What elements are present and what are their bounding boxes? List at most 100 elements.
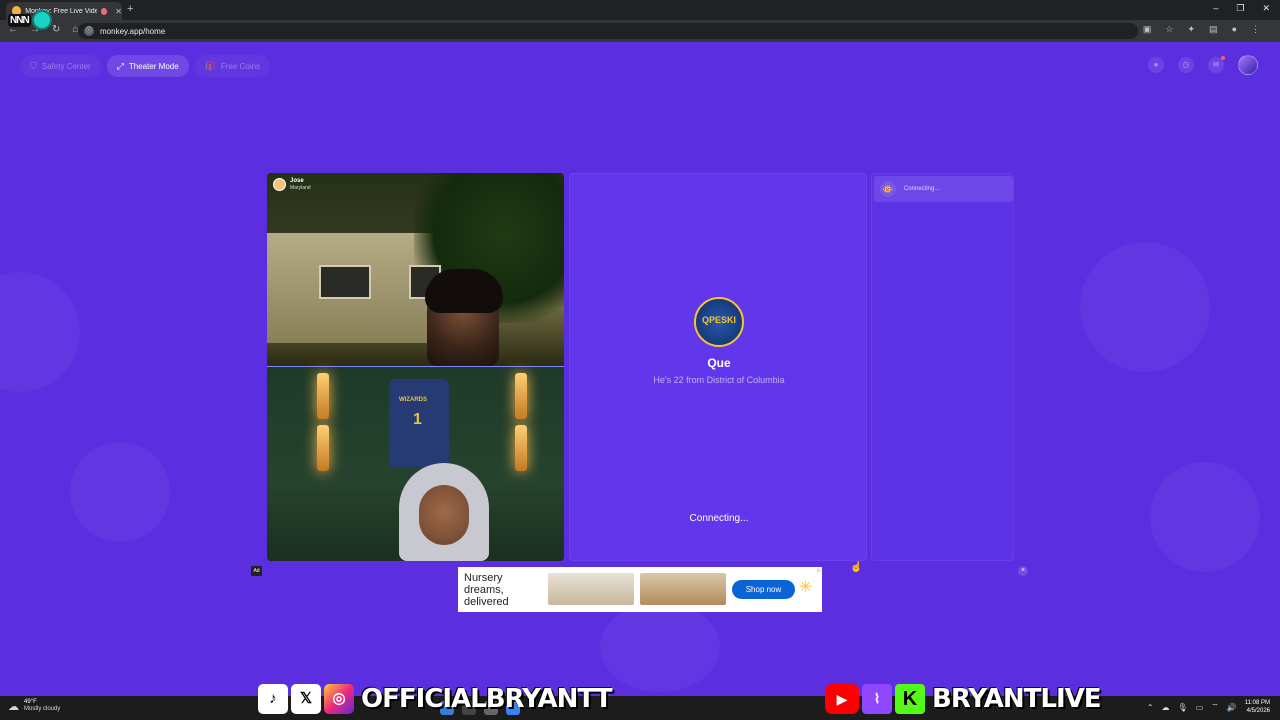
chevron-up-icon[interactable]: ⌃	[1147, 703, 1154, 712]
shop-now-button[interactable]: Shop now	[732, 580, 795, 599]
clock-date: 4/5/2026	[1246, 708, 1270, 714]
top-right-actions: ● ◷ ✉	[1148, 55, 1258, 75]
clock[interactable]: 11:08 PM 4/5/2026	[1245, 699, 1270, 715]
monkey-icon: 🐵	[880, 181, 896, 197]
remote-user-name: Jose	[290, 178, 304, 184]
close-tab-icon[interactable]: ✕	[115, 7, 122, 16]
address-bar: ← → ↻ ⌂ ⓘ monkey.app/home ▣ ☆ ✦ ▤ ● ⋮	[0, 20, 1280, 42]
match-avatar: QPESKI	[694, 297, 744, 347]
left-social-handle: OFFICIALBRYANTT	[361, 684, 612, 714]
connecting-status: Connecting...	[689, 513, 749, 524]
youtube-icon: ▶	[825, 684, 859, 714]
wall-lamp	[515, 425, 527, 471]
browser-tab-bar: Monkey: Free Live Video Ch ✕ + – ❐ ✕	[0, 0, 1280, 20]
theater-mode-button[interactable]: ⤢ Theater Mode	[106, 55, 189, 77]
remote-user-location: Maryland	[290, 185, 311, 191]
coins-icon[interactable]: ●	[1148, 57, 1164, 73]
streamer-logo-overlay: NNN	[8, 10, 54, 34]
twitch-icon: ⌇	[862, 684, 892, 714]
clock-time: 11:08 PM	[1244, 700, 1270, 706]
background-blob	[70, 442, 170, 542]
video-panel: Jose Maryland WIZARDS 1	[267, 173, 564, 561]
cloud-icon: ☁	[8, 700, 19, 713]
remote-video: Jose Maryland	[267, 173, 564, 366]
self-person-face	[419, 485, 469, 545]
framed-jersey: WIZARDS 1	[389, 379, 449, 467]
volume-icon[interactable]: 🔊	[1227, 703, 1237, 712]
top-navigation: ⛉ Safety Center ⤢ Theater Mode 🎁 Free Co…	[20, 55, 271, 77]
wall-lamp	[515, 373, 527, 419]
instagram-icon: ◎	[324, 684, 354, 714]
right-social-handle: BRYANTLIVE	[932, 684, 1101, 714]
chat-stage: Jose Maryland WIZARDS 1 QPESKI Que He's …	[264, 170, 1018, 564]
url-text: monkey.app/home	[100, 26, 166, 36]
wall-lamp	[317, 425, 329, 471]
match-description: He's 22 from District of Columbia	[653, 375, 785, 385]
microphone-icon	[32, 10, 52, 30]
gift-icon: 🎁	[204, 60, 216, 71]
install-app-icon[interactable]: ▣	[1143, 24, 1152, 35]
recording-icon	[100, 7, 108, 15]
close-window-button[interactable]: ✕	[1262, 3, 1270, 14]
remote-person-hair	[425, 269, 503, 313]
jersey-team: WIZARDS	[399, 397, 427, 403]
chat-panel: 🐵 Connecting...	[871, 173, 1014, 561]
new-tab-button[interactable]: +	[127, 3, 133, 15]
history-icon[interactable]: ◷	[1178, 57, 1194, 73]
profile-icon[interactable]: ●	[1232, 24, 1237, 35]
x-icon: 𝕏	[291, 684, 321, 714]
extensions-icon[interactable]: ✦	[1188, 24, 1196, 35]
chat-header: 🐵 Connecting...	[874, 176, 1013, 202]
weather-widget[interactable]: ☁ 49°F Mostly cloudy	[8, 699, 60, 713]
bookmark-star-icon[interactable]: ☆	[1165, 24, 1173, 35]
site-info-icon[interactable]: ⓘ	[84, 26, 94, 36]
background-blob	[600, 602, 720, 692]
onedrive-icon[interactable]: ☁	[1162, 703, 1170, 712]
wall-lamp	[317, 373, 329, 419]
adchoices-icon[interactable]: ▷	[817, 568, 821, 574]
match-avatar-logo: QPESKI	[701, 315, 736, 325]
sidebar-icon[interactable]: ▤	[1209, 24, 1218, 35]
match-name: Que	[707, 356, 731, 370]
safety-center-label: Safety Center	[41, 61, 91, 71]
banner-ad[interactable]: Nursery dreams, delivered Shop now ✳ ▷	[458, 567, 822, 612]
ad-headline: Nursery dreams, delivered	[464, 571, 509, 608]
url-field[interactable]: ⓘ monkey.app/home	[78, 23, 1138, 39]
self-video: WIZARDS 1	[267, 367, 564, 561]
remote-user-tag: Jose Maryland	[273, 178, 311, 191]
maximize-button[interactable]: ❐	[1236, 3, 1244, 14]
messages-icon[interactable]: ✉	[1208, 56, 1225, 73]
wifi-icon[interactable]: ⌔	[1211, 702, 1219, 712]
ad-close-button[interactable]: ×	[1018, 566, 1028, 576]
monkey-app-page: ⛉ Safety Center ⤢ Theater Mode 🎁 Free Co…	[0, 42, 1280, 696]
theater-mode-label: Theater Mode	[128, 61, 179, 71]
tiktok-icon: ♪	[258, 684, 288, 714]
overlay-logo-text: NNN	[8, 14, 31, 27]
system-tray: ⌃ ☁ 🎙 ▭ ⌔ 🔊 11:08 PM 4/5/2026	[1147, 699, 1270, 715]
match-panel: QPESKI Que He's 22 from District of Colu…	[569, 173, 867, 561]
safety-center-button[interactable]: ⛉ Safety Center	[20, 55, 101, 77]
window-controls: – ❐ ✕	[1213, 3, 1270, 14]
jersey-number: 1	[413, 411, 422, 428]
background-blob	[0, 272, 80, 392]
background-blob	[1150, 462, 1260, 572]
temperature: 49°F	[24, 699, 37, 705]
house-window	[319, 265, 371, 299]
ad-image-elephant	[548, 573, 634, 605]
display-icon[interactable]: ▭	[1196, 703, 1204, 712]
my-avatar[interactable]	[1238, 55, 1258, 75]
remote-user-avatar	[273, 178, 286, 191]
mouse-cursor-icon: ☝	[850, 562, 863, 573]
weather-text: Mostly cloudy	[24, 706, 61, 712]
social-overlay-right: ▶ ⌇ K BRYANTLIVE	[825, 684, 1101, 714]
walmart-spark-icon: ✳	[799, 579, 813, 596]
free-coins-label: Free Coins	[220, 61, 261, 71]
chat-status: Connecting...	[904, 186, 940, 192]
menu-icon[interactable]: ⋮	[1251, 24, 1260, 35]
background-blob	[1080, 242, 1210, 372]
browser-toolbar-icons: ▣ ☆ ✦ ▤ ● ⋮	[1143, 24, 1260, 35]
minimize-button[interactable]: –	[1213, 3, 1218, 14]
free-coins-button[interactable]: 🎁 Free Coins	[194, 55, 271, 77]
mic-icon[interactable]: 🎙	[1178, 703, 1188, 712]
ad-badge: Ad	[251, 566, 262, 576]
